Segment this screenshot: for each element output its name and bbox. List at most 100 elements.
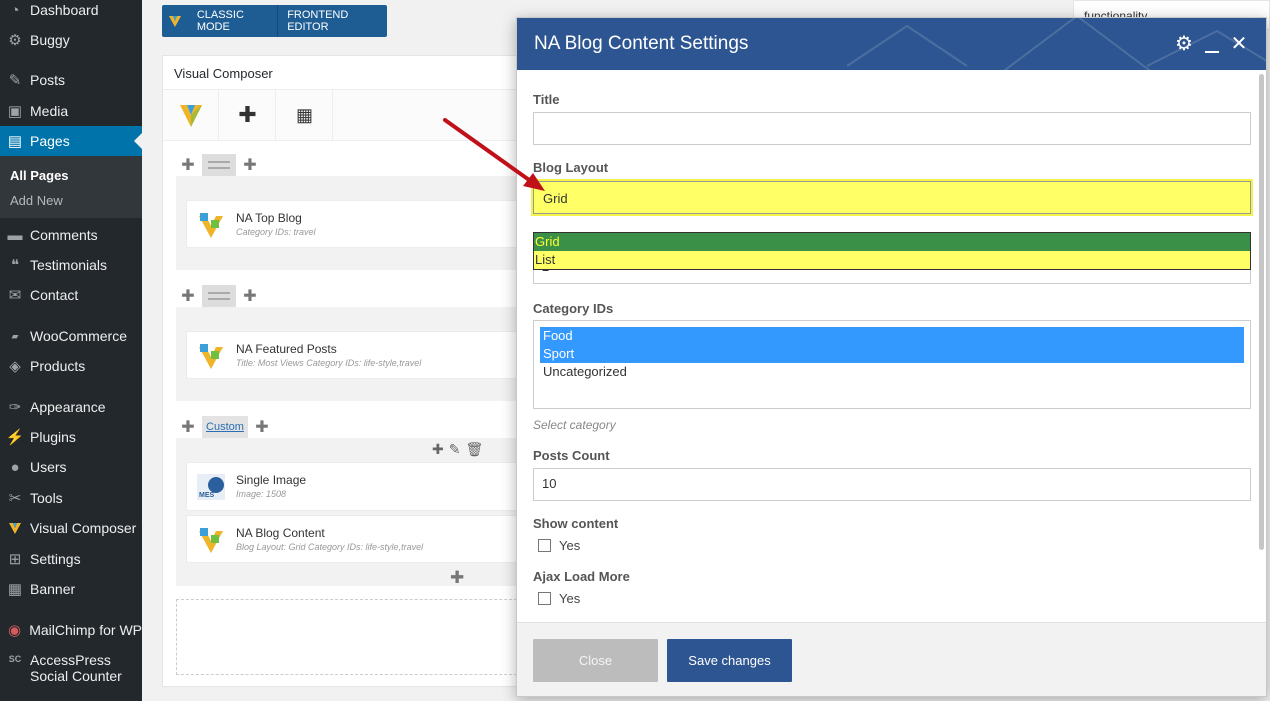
element-name: NA Blog Content [236,526,325,540]
add-column-icon[interactable]: ✚ [176,416,200,438]
menu-item-contact[interactable]: ✉ Contact [0,280,142,310]
category-option-food[interactable]: Food [540,327,1244,345]
add-icon[interactable]: ✚ [238,154,262,176]
row-drag-handle[interactable] [202,285,236,307]
menu-item-accesspress[interactable]: SC AccessPress Social Counter [0,652,142,688]
show-content-checkbox-row[interactable]: Yes [538,538,580,553]
menu-item-settings[interactable]: ⊞ Settings [0,544,142,574]
posts-count-label: Posts Count [533,448,610,463]
box-icon: ◈ [9,358,21,375]
element-icon [199,213,223,238]
row-drag-handle[interactable] [202,154,236,176]
menu-item-woocommerce[interactable]: ▰ WooCommerce [0,321,142,351]
blog-layout-select[interactable]: Grid [533,181,1251,214]
comment-icon: ▬ [7,226,23,244]
menu-item-mailchimp[interactable]: ◉ MailChimp for WP [0,615,142,645]
banner-icon: ▦ [7,581,23,598]
show-content-label: Show content [533,516,619,531]
element-na-top-blog[interactable]: NA Top Blog Category IDs: travel [186,200,542,248]
gear-icon[interactable]: ⚙ [1173,32,1195,55]
menu-item-plugins[interactable]: ⚡ Plugins [0,422,142,452]
menu-item-buggy[interactable]: ⚙ Buggy [0,25,142,55]
menu-item-posts[interactable]: ✎ Posts [0,65,142,95]
add-icon[interactable]: ✚ [250,416,274,438]
pages-submenu: All Pages Add New [0,156,142,218]
row-controls: ✚ ✚ [176,154,262,176]
vc-icon [0,521,30,535]
media-icon: ▣ [7,103,23,120]
show-content-checkbox[interactable] [538,539,551,552]
element-na-featured-posts[interactable]: NA Featured Posts Title: Most Views Cate… [186,331,542,379]
add-element-icon[interactable]: ✚ [450,568,464,588]
layout-option-list[interactable]: List [534,251,1250,269]
gear-icon: ⚙ [8,32,22,49]
vc-panel-title: Visual Composer [174,66,273,81]
sc-icon: SC [8,654,22,664]
vc-logo-button[interactable] [163,90,219,140]
add-column-icon[interactable]: ✚ [176,285,200,307]
save-changes-button[interactable]: Save changes [667,639,792,682]
submenu-all-pages[interactable]: All Pages [10,168,69,183]
templates-button[interactable]: ▦ [277,90,333,140]
modal-header: NA Blog Content Settings ⚙ ✕ [517,18,1266,70]
pencil-icon[interactable]: ✎ [449,441,461,458]
trash-icon[interactable]: 🗑 [465,441,483,458]
user-icon: ● [10,458,20,476]
drop-zone[interactable] [176,599,542,675]
posts-count-input[interactable]: 10 [533,468,1251,501]
menu-item-appearance[interactable]: ✑ Appearance [0,392,142,422]
element-na-blog-content[interactable]: NA Blog Content Blog Layout: Grid Catego… [186,515,542,563]
category-ids-label: Category IDs [533,301,614,316]
blog-layout-label: Blog Layout [533,160,609,175]
row-body [176,438,542,586]
custom-row-label[interactable]: Custom [202,416,248,438]
menu-item-banner[interactable]: ▦ Banner [0,574,142,604]
envelope-icon: ✉ [8,287,22,304]
blog-layout-dropdown: Grid List [533,232,1251,270]
add-icon[interactable]: ✚ [238,285,262,307]
ajax-load-more-checkbox[interactable] [538,592,551,605]
menu-item-pages[interactable]: ▤ Pages [0,126,142,156]
category-option-sport[interactable]: Sport [540,345,1244,363]
settings-modal: NA Blog Content Settings ⚙ ✕ Title Blog … [516,17,1267,697]
element-desc: Category IDs: travel [236,227,316,237]
menu-item-products[interactable]: ◈ Products [0,351,142,381]
modal-footer: Close Save changes [517,622,1266,696]
vc-logo-icon [162,14,188,28]
layout-icon: ▦ [295,104,313,125]
minimize-icon[interactable] [1201,36,1223,58]
vc-mode-bar: CLASSIC MODE FRONTEND EDITOR [162,5,387,37]
menu-item-tools[interactable]: ✂ Tools [0,483,142,513]
menu-item-testimonials[interactable]: ❝ Testimonials [0,250,142,280]
ajax-load-more-checkbox-row[interactable]: Yes [538,591,580,606]
menu-item-dashboard[interactable]: ◔ Dashboard [0,0,142,25]
element-desc: Title: Most Views Category IDs: life-sty… [236,358,422,368]
menu-item-visual-composer[interactable]: Visual Composer [0,513,142,543]
column-controls: ✚ ✎ 🗑 [432,441,483,458]
element-single-image[interactable]: MES Single Image Image: 1508 [186,462,542,511]
svg-text:MES: MES [199,492,215,499]
plug-icon: ⚡ [5,429,25,446]
frontend-editor-button[interactable]: FRONTEND EDITOR [278,5,387,37]
category-ids-listbox[interactable]: Food Sport Uncategorized [533,320,1251,409]
show-content-option: Yes [559,538,581,553]
category-option-uncategorized[interactable]: Uncategorized [540,363,1244,381]
add-icon[interactable]: ✚ [432,441,444,458]
add-column-icon[interactable]: ✚ [176,154,200,176]
submenu-add-new[interactable]: Add New [10,193,63,208]
classic-mode-button[interactable]: CLASSIC MODE [188,5,278,37]
close-icon[interactable]: ✕ [1228,32,1250,55]
plus-icon: ✚ [238,102,257,127]
close-button[interactable]: Close [533,639,658,682]
layout-option-grid[interactable]: Grid [534,233,1250,251]
mailchimp-icon: ◉ [8,622,22,639]
row-controls: ✚ ✚ [176,285,262,307]
title-input[interactable] [533,112,1251,145]
add-element-button[interactable]: ✚ [220,90,276,140]
modal-scrollbar[interactable] [1259,74,1264,550]
menu-item-media[interactable]: ▣ Media [0,96,142,126]
row-body: NA Top Blog Category IDs: travel [176,176,542,270]
menu-item-users[interactable]: ● Users [0,452,142,482]
menu-item-comments[interactable]: ▬ Comments [0,220,142,250]
row-body: NA Featured Posts Title: Most Views Cate… [176,307,542,401]
